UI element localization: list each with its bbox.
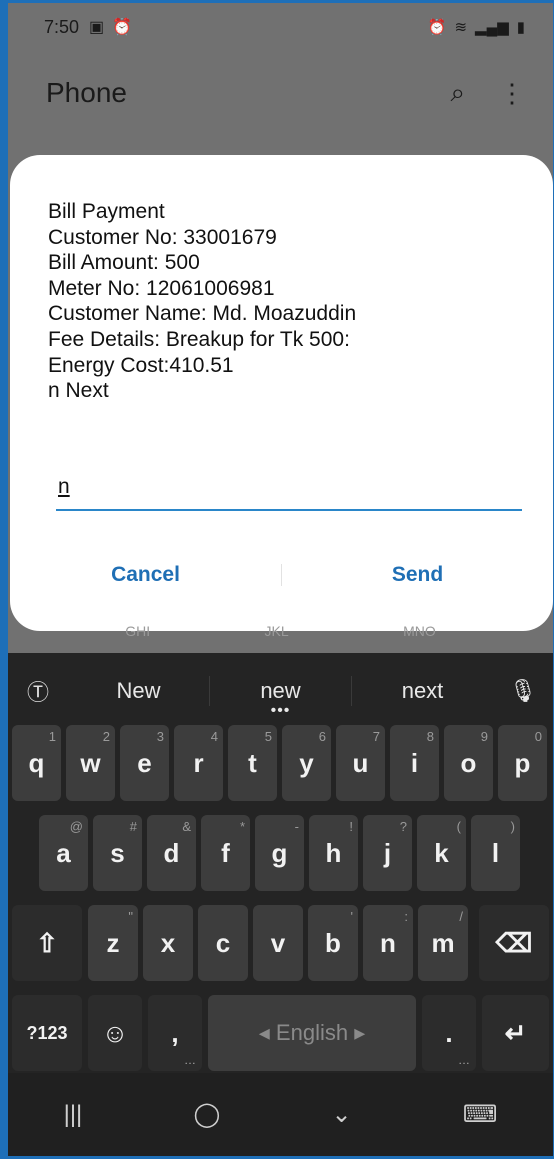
- comma-key[interactable]: , …: [148, 995, 202, 1071]
- backspace-icon: ⌫: [495, 927, 533, 958]
- key-j[interactable]: j?: [363, 815, 412, 891]
- recents-icon[interactable]: |||: [64, 1101, 83, 1129]
- key-o[interactable]: o9: [444, 725, 493, 801]
- mic-icon[interactable]: 🎙: [493, 678, 553, 704]
- app-header: Phone ⌕ ⋮: [8, 63, 553, 123]
- key-e[interactable]: e3: [120, 725, 169, 801]
- key-q[interactable]: q1: [12, 725, 61, 801]
- key-n[interactable]: n:: [363, 905, 413, 981]
- symbols-key[interactable]: ?123: [12, 995, 82, 1071]
- status-bar: 7:50 ▣ ⏰ ⏰ ≋ ▂▄▆ ▮: [8, 3, 553, 51]
- shift-key[interactable]: ⇧: [12, 905, 82, 981]
- home-icon[interactable]: ◯: [193, 1100, 220, 1129]
- dialog-buttons: Cancel Send: [10, 553, 553, 597]
- key-s[interactable]: s #: [93, 815, 142, 891]
- image-icon: ▣: [89, 19, 105, 36]
- message-line: Bill Amount: 500: [48, 251, 200, 275]
- key-h[interactable]: h!: [309, 815, 358, 891]
- key-v[interactable]: v: [253, 905, 303, 981]
- key-r[interactable]: r4: [174, 725, 223, 801]
- space-key[interactable]: ◂ English ▸: [208, 995, 416, 1071]
- battery-icon: ▮: [516, 19, 525, 36]
- key-y[interactable]: y6: [282, 725, 331, 801]
- suggestion-item[interactable]: next: [352, 678, 493, 704]
- suggestion-bar: Ⓣ New new ••• next 🎙: [8, 665, 553, 719]
- key-z[interactable]: z ": [88, 905, 138, 981]
- more-vert-icon[interactable]: ⋮: [499, 78, 525, 109]
- message-line: n Next: [48, 379, 109, 403]
- period-key[interactable]: . …: [422, 995, 476, 1071]
- ussd-dialog: Bill Payment Customer No: 33001679 Bill …: [10, 155, 553, 631]
- key-k[interactable]: k(: [417, 815, 466, 891]
- emoji-key[interactable]: ☺: [88, 995, 142, 1071]
- key-t[interactable]: t5: [228, 725, 277, 801]
- navigation-bar: ||| ◯ ⌄ ⌨: [8, 1073, 553, 1156]
- keypad-hint-ghi: GHI: [125, 623, 151, 639]
- key-b[interactable]: b ': [308, 905, 358, 981]
- key-l[interactable]: l): [471, 815, 520, 891]
- message-line: Meter No: 12061006981: [48, 276, 275, 300]
- key-c[interactable]: c: [198, 905, 248, 981]
- key-x[interactable]: x: [143, 905, 193, 981]
- key-f[interactable]: f *: [201, 815, 250, 891]
- back-icon[interactable]: ⌄: [331, 1100, 351, 1129]
- key-i[interactable]: i8: [390, 725, 439, 801]
- key-g[interactable]: g-: [255, 815, 304, 891]
- message-line: Customer No: 33001679: [48, 225, 277, 249]
- keypad-hint-mno: MNO: [403, 623, 436, 639]
- suggestion-item[interactable]: New: [68, 678, 209, 704]
- key-u[interactable]: u7: [336, 725, 385, 801]
- enter-key[interactable]: ↵: [482, 995, 549, 1071]
- message-line: Customer Name: Md. Moazuddin: [48, 302, 357, 326]
- signal-icon: ▂▄▆: [475, 19, 509, 36]
- phone-screen: 7:50 ▣ ⏰ ⏰ ≋ ▂▄▆ ▮ Phone ⌕ ⋮ Bill Paymen…: [8, 3, 553, 1156]
- key-row-4: ?123 ☺ , … ◂ English ▸ . … ↵: [8, 995, 553, 1077]
- keyboard-icon[interactable]: ⌨: [463, 1100, 498, 1129]
- reply-input[interactable]: [56, 465, 522, 511]
- key-row-1: q1w2e3r4t5y6u7i8o9p0: [8, 725, 553, 807]
- translate-icon[interactable]: Ⓣ: [8, 675, 68, 707]
- key-p[interactable]: p0: [498, 725, 547, 801]
- shift-icon: ⇧: [36, 927, 58, 958]
- more-suggestions-icon: •••: [270, 702, 291, 719]
- enter-icon: ↵: [504, 1017, 527, 1048]
- suggestion-item[interactable]: new •••: [210, 678, 351, 719]
- keypad-hint-jkl: JKL: [264, 623, 289, 639]
- app-title: Phone: [46, 77, 127, 108]
- search-icon[interactable]: ⌕: [450, 77, 465, 109]
- message-line: Energy Cost:410.51: [48, 353, 234, 377]
- cancel-button[interactable]: Cancel: [10, 563, 281, 587]
- key-a[interactable]: a @: [39, 815, 88, 891]
- backspace-key[interactable]: ⌫: [479, 905, 549, 981]
- key-m[interactable]: m /: [418, 905, 468, 981]
- key-row-2: a @ s # d & f * g - h! j? k(l): [8, 815, 553, 897]
- alarm-icon: ⏰: [427, 19, 447, 36]
- keyboard: Ⓣ New new ••• next 🎙 q1w2e3r4t5y6u7i8o9p…: [8, 653, 553, 1073]
- alarm-icon: ⏰: [112, 19, 133, 36]
- keypad-hint: GHI JKL MNO: [8, 623, 553, 643]
- emoji-icon: ☺: [101, 1017, 129, 1048]
- send-button[interactable]: Send: [282, 563, 553, 587]
- key-d[interactable]: d &: [147, 815, 196, 891]
- wifi-icon: ≋: [454, 19, 468, 36]
- key-row-3: ⇧ ⌫ z " x c v b ' n: m /: [8, 905, 553, 987]
- message-line: Fee Details: Breakup for Tk 500:: [48, 327, 350, 351]
- message-line: Bill Payment: [48, 200, 165, 223]
- dialog-message: Bill Payment Customer No: 33001679 Bill …: [48, 199, 518, 404]
- key-w[interactable]: w2: [66, 725, 115, 801]
- status-time: 7:50: [44, 16, 80, 37]
